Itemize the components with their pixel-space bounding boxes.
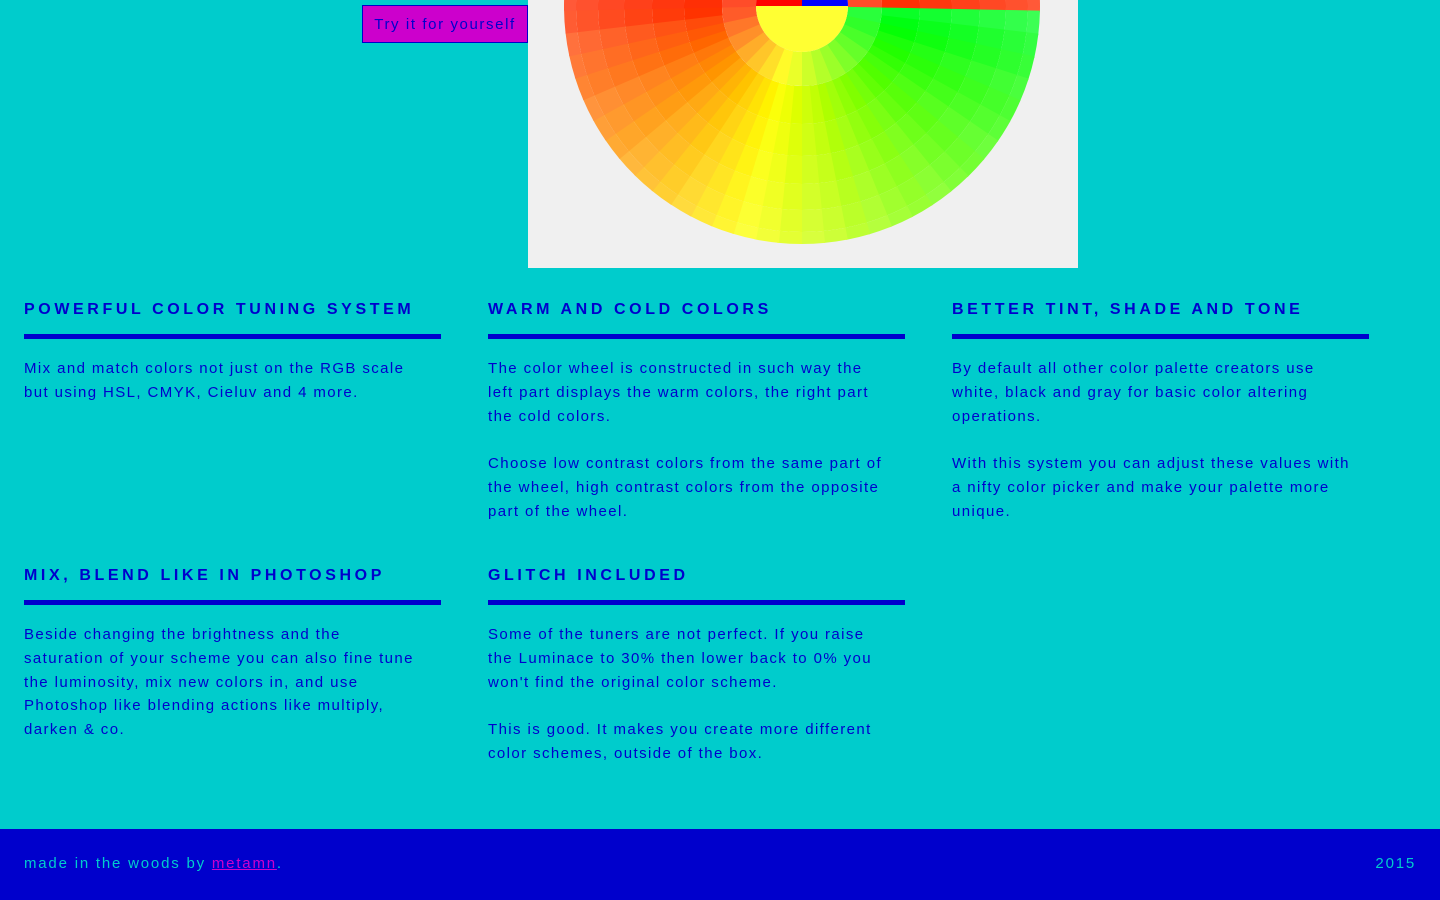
footer-credit-suffix: . [276, 855, 283, 872]
wheel-segment [576, 8, 600, 33]
wheel-segment [802, 0, 848, 6]
footer-year: 2015 [1375, 855, 1416, 872]
wheel-segment [777, 230, 802, 244]
wheel-segment [624, 7, 654, 27]
wheel-segment [847, 0, 882, 9]
author-link[interactable]: metamn [212, 855, 277, 872]
feature-color-tuning: POWERFUL COLOR TUNING SYSTEM Mix and mat… [24, 300, 441, 405]
wheel-segment [722, 0, 757, 8]
feature-glitch: GLITCH INCLUDED Some of the tuners are n… [488, 566, 905, 766]
feature-tint-shade-tone: BETTER TINT, SHADE AND TONE By default a… [952, 300, 1369, 524]
site-footer: made in the woods by metamn. 2015 [0, 829, 1440, 900]
feature-warm-cold: WARM AND COLD COLORS The color wheel is … [488, 300, 905, 524]
color-wheel-graphic [564, 0, 1040, 245]
wheel-segment [684, 0, 723, 9]
wheel-segment [800, 183, 822, 210]
feature-text: Beside changing the brightness and the s… [24, 626, 414, 739]
wheel-segment [800, 230, 826, 245]
wheel-segment [576, 0, 599, 11]
feature-text: With this system you can adjust these va… [952, 455, 1350, 520]
feature-text: This is good. It makes you create more d… [488, 721, 872, 763]
feature-title: GLITCH INCLUDED [488, 566, 905, 605]
wheel-segment [800, 155, 820, 185]
feature-title: WARM AND COLD COLORS [488, 300, 905, 339]
feature-text: Choose low contrast colors from the same… [488, 455, 883, 520]
wheel-segment [778, 208, 802, 232]
wheel-segment [564, 0, 577, 11]
feature-title: MIX, BLEND LIKE IN PHOTOSHOP [24, 566, 441, 605]
feature-title: POWERFUL COLOR TUNING SYSTEM [24, 300, 441, 339]
wheel-segment [564, 8, 578, 34]
wheel-segment [598, 8, 626, 30]
wheel-segment [652, 0, 685, 9]
wheel-segment [756, 0, 802, 6]
color-wheel-preview [528, 0, 1078, 268]
footer-credit: made in the woods by metamn. [24, 855, 283, 872]
wheel-segment [577, 28, 603, 54]
feature-title: BETTER TINT, SHADE AND TONE [952, 300, 1369, 339]
try-it-button[interactable]: Try it for yourself [362, 5, 528, 43]
feature-mix-blend: MIX, BLEND LIKE IN PHOTOSHOP Beside chan… [24, 566, 441, 742]
feature-text: The color wheel is constructed in such w… [488, 360, 869, 425]
wheel-segment [598, 0, 625, 10]
wheel-segment [820, 206, 846, 232]
feature-text: Some of the tuners are not perfect. If y… [488, 626, 873, 691]
wheel-segment [624, 0, 653, 10]
feature-text: Mix and match colors not just on the RGB… [24, 360, 405, 401]
wheel-segment [800, 209, 824, 232]
footer-credit-prefix: made in the woods by [24, 855, 212, 872]
wheel-segment [1026, 10, 1040, 36]
feature-text: By default all other color palette creat… [952, 360, 1315, 425]
